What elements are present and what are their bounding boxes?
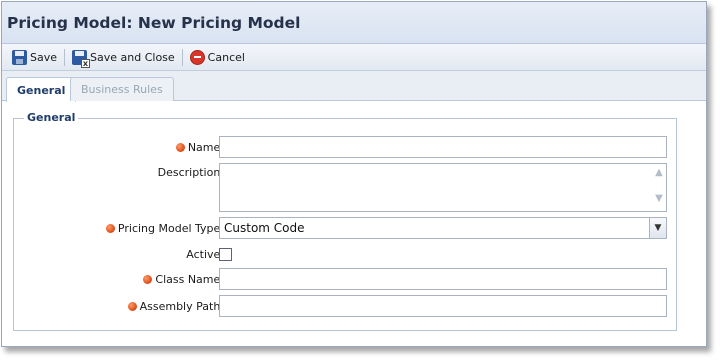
- cancel-button[interactable]: Cancel: [186, 46, 249, 68]
- save-and-close-button-label: Save and Close: [90, 50, 175, 64]
- required-icon: [127, 302, 137, 311]
- assembly-path-label: Assembly Path:: [127, 300, 224, 313]
- tab-strip: General Business Rules: [2, 71, 706, 102]
- pricing-model-type-label: Pricing Model Type:: [105, 222, 224, 235]
- title-bar: Pricing Model: New Pricing Model: [2, 2, 706, 44]
- class-name-label: Class Name:: [143, 273, 224, 286]
- tab-business-rules[interactable]: Business Rules: [70, 77, 174, 101]
- general-fieldset: General Name: Description: ▲ ▼ Pricing M…: [13, 111, 677, 331]
- class-name-input[interactable]: [219, 268, 667, 290]
- required-icon: [175, 143, 185, 152]
- pricing-model-type-value: Custom Code: [224, 221, 305, 235]
- tab-business-rules-label: Business Rules: [81, 83, 163, 96]
- tab-general[interactable]: General: [6, 77, 77, 102]
- pricing-model-window: Pricing Model: New Pricing Model Save x …: [1, 1, 707, 347]
- chevron-down-icon[interactable]: ▼: [649, 218, 666, 238]
- description-scrollbar[interactable]: ▲ ▼: [653, 166, 665, 208]
- save-icon: [12, 49, 27, 65]
- scroll-up-icon[interactable]: ▲: [653, 166, 665, 180]
- active-checkbox[interactable]: [219, 248, 232, 261]
- name-input[interactable]: [219, 136, 667, 158]
- pricing-model-type-select[interactable]: Custom Code ▼: [219, 217, 667, 239]
- scroll-down-icon[interactable]: ▼: [653, 192, 665, 206]
- toolbar-separator: [64, 48, 66, 66]
- toolbar: Save x Save and Close Cancel: [2, 44, 706, 71]
- description-label: Description:: [157, 166, 224, 179]
- save-and-close-button[interactable]: x Save and Close: [68, 46, 179, 68]
- required-icon: [105, 224, 115, 233]
- description-textarea[interactable]: [219, 163, 667, 212]
- toolbar-separator: [181, 48, 183, 66]
- tab-general-label: General: [17, 83, 66, 97]
- save-and-close-icon: x: [72, 49, 91, 68]
- window-title: Pricing Model: New Pricing Model: [7, 13, 301, 32]
- cancel-button-label: Cancel: [207, 50, 245, 64]
- fieldset-legend: General: [24, 111, 79, 124]
- save-button[interactable]: Save: [8, 46, 61, 68]
- cancel-icon: [189, 49, 205, 65]
- required-icon: [143, 275, 153, 284]
- assembly-path-input[interactable]: [219, 295, 667, 317]
- name-label: Name:: [175, 141, 224, 154]
- save-button-label: Save: [30, 50, 58, 64]
- description-wrapper: ▲ ▼: [219, 163, 667, 212]
